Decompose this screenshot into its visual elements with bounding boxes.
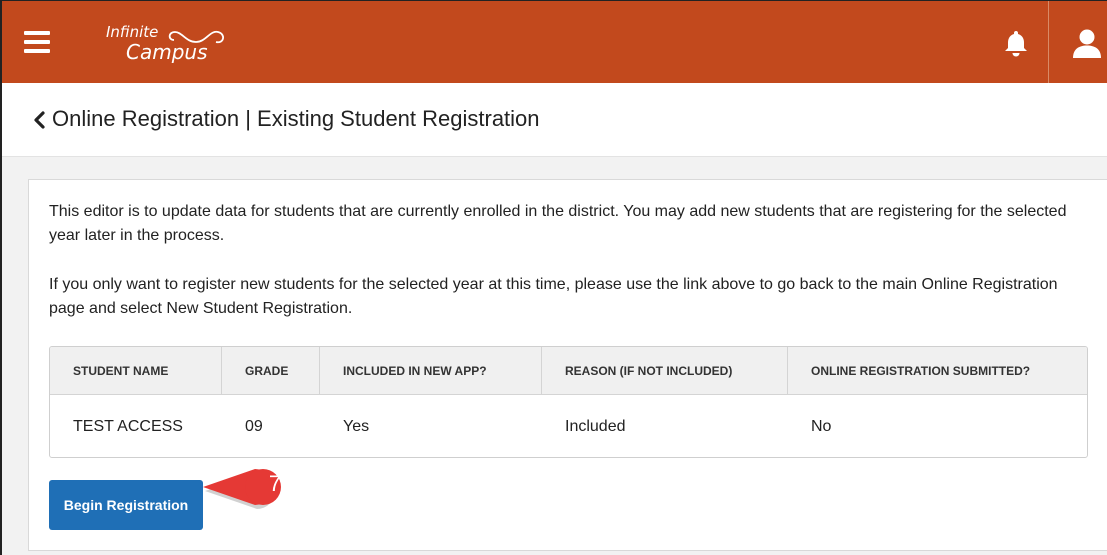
column-header-reason: REASON (IF NOT INCLUDED) [542,347,788,395]
top-navigation-bar: Infinite Campus [2,1,1107,83]
intro-paragraph-2: If you only want to register new student… [49,276,1058,317]
user-icon[interactable] [1072,28,1102,58]
page-title-bar: Online Registration | Existing Student R… [2,83,1107,157]
students-table: STUDENT NAME GRADE INCLUDED IN NEW APP? … [49,346,1088,458]
chevron-left-icon[interactable] [32,111,46,129]
callout-number: 7 [268,471,282,496]
registration-card: This editor is to update data for studen… [28,179,1107,551]
column-header-student-name: STUDENT NAME [50,347,222,395]
cell-submitted: No [811,418,832,435]
callout-badge [203,469,281,509]
logo-text-line2: Campus [126,40,208,64]
begin-registration-button[interactable]: Begin Registration [49,480,203,530]
table-header: STUDENT NAME GRADE INCLUDED IN NEW APP? … [50,347,1087,395]
cell-reason: Included [565,418,626,435]
header-divider [1048,1,1049,83]
column-header-included: INCLUDED IN NEW APP? [320,347,542,395]
column-header-grade: GRADE [222,347,320,395]
column-header-submitted: ONLINE REGISTRATION SUBMITTED? [811,364,1031,378]
page-title[interactable]: Online Registration | Existing Student R… [52,106,540,132]
table-row: TEST ACCESS 09 Yes Included No [50,396,1087,457]
bell-icon[interactable] [1003,29,1029,57]
logo-text-line1: Infinite [106,23,159,41]
intro-paragraph-1: This editor is to update data for studen… [49,203,1067,244]
cell-included: Yes [343,418,370,435]
main-content: This editor is to update data for studen… [2,157,1107,555]
cell-grade: 09 [245,418,263,435]
hamburger-menu-icon[interactable] [24,31,50,53]
infinite-campus-logo[interactable]: Infinite Campus [106,23,246,64]
app-window: Infinite Campus Online Registration | Ex… [0,0,1107,555]
cell-student-name: TEST ACCESS [73,418,183,435]
